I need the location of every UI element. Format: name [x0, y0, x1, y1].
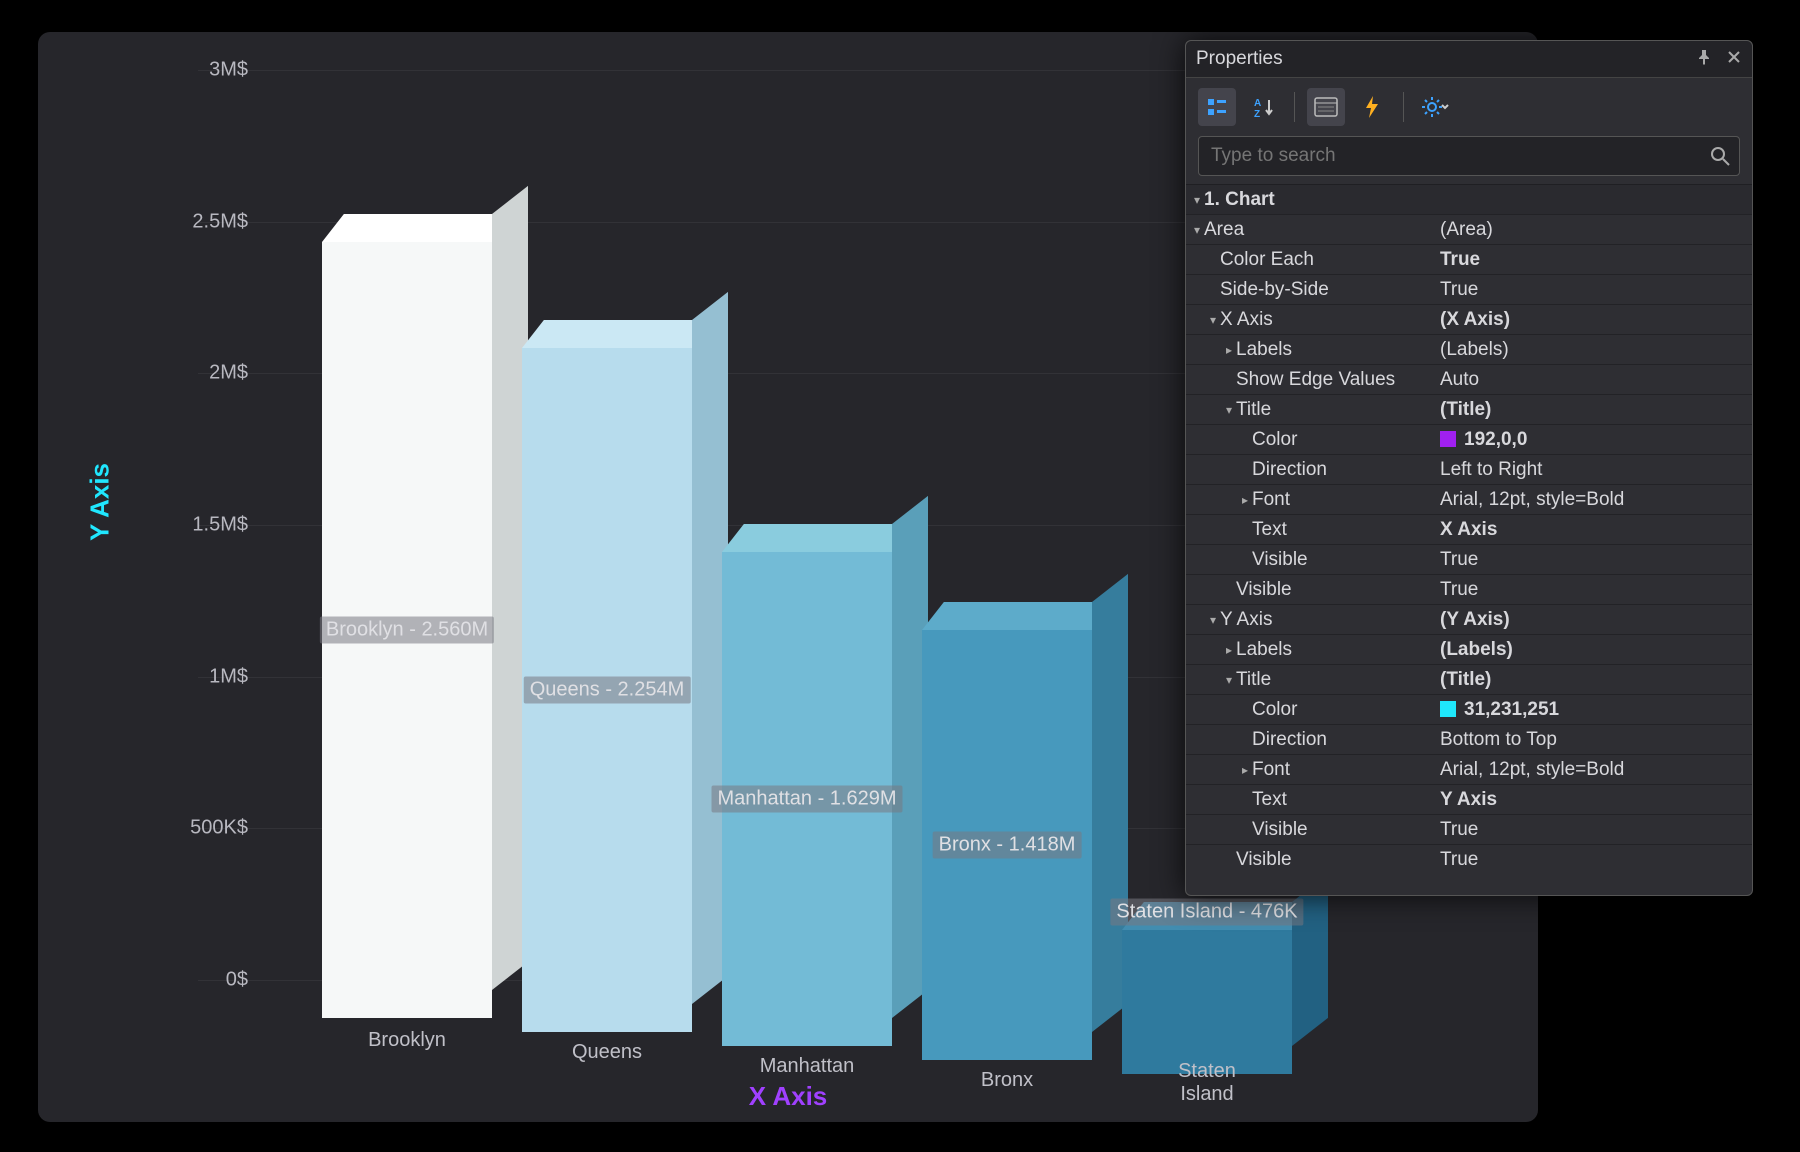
properties-titlebar[interactable]: Properties: [1186, 41, 1752, 78]
color-swatch-icon: [1440, 701, 1456, 717]
y-tick: 2.5M$: [138, 210, 248, 233]
prop-value[interactable]: Left to Right: [1434, 459, 1752, 481]
search-input[interactable]: [1198, 136, 1740, 176]
prop-value[interactable]: 31,231,251: [1434, 699, 1752, 721]
prop-value[interactable]: True: [1434, 249, 1752, 271]
prop-row-area[interactable]: ▾Area(Area): [1186, 214, 1752, 244]
prop-value[interactable]: (Area): [1434, 219, 1752, 241]
color-swatch-icon: [1440, 431, 1456, 447]
prop-value[interactable]: True: [1434, 279, 1752, 301]
prop-value[interactable]: (Labels): [1434, 639, 1752, 661]
prop-value[interactable]: Arial, 12pt, style=Bold: [1434, 489, 1752, 511]
prop-row-xaxis-title-color[interactable]: Color192,0,0: [1186, 424, 1752, 454]
prop-category-chart[interactable]: ▾1. Chart: [1186, 184, 1752, 214]
y-tick: 2M$: [138, 362, 248, 385]
prop-value[interactable]: (Y Axis): [1434, 609, 1752, 631]
prop-value[interactable]: Y Axis: [1434, 789, 1752, 811]
prop-value[interactable]: True: [1434, 849, 1752, 871]
prop-value[interactable]: (X Axis): [1434, 309, 1752, 331]
bar-label: Queens - 2.254M: [524, 677, 691, 704]
x-category: Bronx: [981, 1069, 1033, 1092]
bar-queens[interactable]: Queens - 2.254M: [522, 348, 692, 1032]
property-pages-button[interactable]: [1307, 88, 1345, 126]
prop-value[interactable]: Auto: [1434, 369, 1752, 391]
prop-row-xaxis-title-direction[interactable]: DirectionLeft to Right: [1186, 454, 1752, 484]
prop-value[interactable]: True: [1434, 819, 1752, 841]
prop-row-color-each[interactable]: Color EachTrue: [1186, 244, 1752, 274]
prop-row-yaxis-visible[interactable]: VisibleTrue: [1186, 844, 1752, 874]
bar-label: Bronx - 1.418M: [933, 832, 1082, 859]
prop-row-yaxis-title[interactable]: ▾Title(Title): [1186, 664, 1752, 694]
bar-label: Manhattan - 1.629M: [712, 786, 903, 813]
prop-value[interactable]: Arial, 12pt, style=Bold: [1434, 759, 1752, 781]
svg-text:A: A: [1254, 98, 1261, 109]
events-button[interactable]: [1353, 88, 1391, 126]
categorized-view-button[interactable]: [1198, 88, 1236, 126]
x-category: Brooklyn: [368, 1029, 446, 1052]
x-axis-title: X Axis: [38, 1081, 1538, 1112]
y-tick: 0$: [138, 969, 248, 992]
prop-row-xaxis-showedge[interactable]: Show Edge ValuesAuto: [1186, 364, 1752, 394]
bar-label: Brooklyn - 2.560M: [320, 617, 494, 644]
prop-value[interactable]: (Title): [1434, 669, 1752, 691]
properties-title: Properties: [1196, 48, 1283, 69]
prop-row-xaxis-visible[interactable]: VisibleTrue: [1186, 574, 1752, 604]
bar-staten-island[interactable]: Staten Island - 476K: [1122, 930, 1292, 1074]
bar-brooklyn[interactable]: Brooklyn - 2.560M: [322, 242, 492, 1018]
prop-row-xaxis[interactable]: ▾X Axis(X Axis): [1186, 304, 1752, 334]
prop-row-yaxis[interactable]: ▾Y Axis(Y Axis): [1186, 604, 1752, 634]
prop-value[interactable]: (Labels): [1434, 339, 1752, 361]
prop-row-xaxis-title-text[interactable]: TextX Axis: [1186, 514, 1752, 544]
alphabetical-view-button[interactable]: AZ: [1244, 88, 1282, 126]
prop-row-xaxis-title[interactable]: ▾Title(Title): [1186, 394, 1752, 424]
x-category: Staten Island: [1165, 1060, 1250, 1106]
x-category: Queens: [572, 1041, 642, 1064]
properties-toolbar: AZ: [1186, 78, 1752, 136]
bar-manhattan[interactable]: Manhattan - 1.629M: [722, 552, 892, 1046]
search-icon[interactable]: [1710, 146, 1730, 166]
prop-value[interactable]: Bottom to Top: [1434, 729, 1752, 751]
properties-search: [1198, 136, 1740, 176]
prop-row-yaxis-labels[interactable]: ▸Labels(Labels): [1186, 634, 1752, 664]
prop-row-side-by-side[interactable]: Side-by-SideTrue: [1186, 274, 1752, 304]
prop-row-xaxis-title-font[interactable]: ▸FontArial, 12pt, style=Bold: [1186, 484, 1752, 514]
prop-row-xaxis-title-visible[interactable]: VisibleTrue: [1186, 544, 1752, 574]
bar-label: Staten Island - 476K: [1110, 899, 1303, 926]
prop-row-yaxis-title-visible[interactable]: VisibleTrue: [1186, 814, 1752, 844]
prop-value[interactable]: True: [1434, 549, 1752, 571]
prop-row-yaxis-title-color[interactable]: Color31,231,251: [1186, 694, 1752, 724]
bar-bronx[interactable]: Bronx - 1.418M: [922, 630, 1092, 1060]
prop-row-yaxis-title-text[interactable]: TextY Axis: [1186, 784, 1752, 814]
prop-row-yaxis-title-direction[interactable]: DirectionBottom to Top: [1186, 724, 1752, 754]
prop-row-yaxis-title-font[interactable]: ▸FontArial, 12pt, style=Bold: [1186, 754, 1752, 784]
close-icon[interactable]: [1722, 45, 1746, 69]
prop-row-xaxis-labels[interactable]: ▸Labels(Labels): [1186, 334, 1752, 364]
properties-tree: ▾1. Chart ▾Area(Area) Color EachTrue Sid…: [1186, 184, 1752, 874]
bars-layer: Brooklyn - 2.560M Brooklyn Queens - 2.25…: [282, 70, 1292, 1050]
x-category: Manhattan: [760, 1055, 855, 1078]
prop-value[interactable]: True: [1434, 579, 1752, 601]
y-tick: 1.5M$: [138, 514, 248, 537]
y-tick: 500K$: [138, 817, 248, 840]
prop-value[interactable]: 192,0,0: [1434, 429, 1752, 451]
y-tick: 3M$: [138, 59, 248, 82]
y-axis-title: Y Axis: [85, 463, 116, 541]
y-tick: 1M$: [138, 665, 248, 688]
svg-text:Z: Z: [1254, 109, 1260, 118]
properties-panel: Properties AZ ▾1. Chart ▾A: [1185, 40, 1753, 896]
settings-button[interactable]: [1416, 88, 1454, 126]
prop-value[interactable]: X Axis: [1434, 519, 1752, 541]
pin-icon[interactable]: [1692, 45, 1716, 69]
prop-value[interactable]: (Title): [1434, 399, 1752, 421]
